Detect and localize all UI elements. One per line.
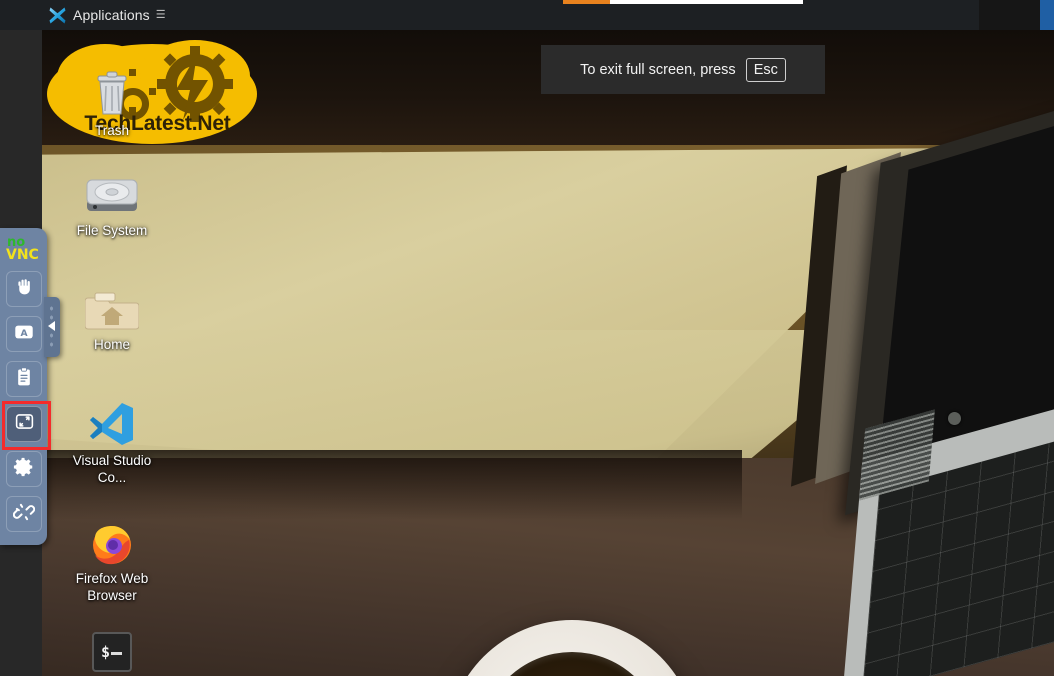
clipboard-button[interactable] <box>6 361 42 397</box>
keyboard-icon: A <box>13 321 35 348</box>
svg-text:$: $ <box>101 643 110 661</box>
xfce-mouse-logo-icon <box>48 6 67 25</box>
desktop-icon-label: Visual Studio Co... <box>72 453 152 485</box>
novnc-logo-vnc: VNC <box>6 247 39 262</box>
novnc-remote-desktop-screen: TechLatest.Net Trash File System Home Vi… <box>0 0 1054 676</box>
svg-text:A: A <box>20 328 28 339</box>
gear-icon <box>13 456 35 483</box>
handle-collapse-arrow-icon <box>48 321 55 331</box>
wallpaper-laptop <box>742 64 1054 676</box>
desktop-icon-file-system[interactable]: File System <box>64 170 160 239</box>
vscode-icon <box>64 400 160 448</box>
fullscreen-button-highlight <box>2 401 51 450</box>
trash-icon <box>64 70 160 118</box>
applications-menu-label: Applications <box>73 6 150 23</box>
novnc-logo: no VNC <box>6 234 42 263</box>
panel-right-accent <box>1040 0 1054 30</box>
desktop-icon-label: Firefox Web Browser <box>75 571 149 603</box>
desktop-area[interactable]: TechLatest.Net Trash File System Home Vi… <box>42 30 1054 676</box>
desktop-icon-firefox[interactable]: Firefox Web Browser <box>64 518 160 604</box>
clipboard-icon <box>14 366 34 393</box>
top-progress-fill <box>563 0 610 4</box>
home-folder-icon <box>64 284 160 332</box>
fullscreen-notification: To exit full screen, press Esc <box>541 45 825 94</box>
hand-icon <box>14 276 35 302</box>
drag-pan-button[interactable] <box>6 271 42 307</box>
broken-link-icon <box>12 501 36 528</box>
desktop-icon-label: Trash <box>94 123 129 138</box>
desktop-icon-label: File System <box>76 223 148 238</box>
harddisk-icon <box>64 170 160 218</box>
novnc-control-bar-handle[interactable] <box>44 297 60 357</box>
keyboard-button[interactable]: A <box>6 316 42 352</box>
desktop-icon-trash[interactable]: Trash <box>64 70 160 139</box>
xfce-panel: Applications ☰ <box>0 0 1054 30</box>
desktop-icon-home[interactable]: Home <box>64 284 160 353</box>
desktop-icon-label: Home <box>93 337 130 352</box>
applications-menu-glyph: ☰ <box>155 8 167 21</box>
settings-button[interactable] <box>6 451 42 487</box>
desktop-wallpaper <box>42 30 1054 676</box>
terminal-icon: $ <box>64 626 160 674</box>
desktop-icon-terminal[interactable]: $ <box>64 626 160 676</box>
panel-right-dark-area <box>979 0 1040 30</box>
desktop-icon-vscode[interactable]: Visual Studio Co... <box>64 400 160 486</box>
top-progress-bar <box>563 0 803 4</box>
fullscreen-notification-text: To exit full screen, press <box>580 61 736 78</box>
applications-menu-button[interactable]: Applications ☰ <box>44 3 171 27</box>
firefox-icon <box>64 518 160 566</box>
esc-key-badge: Esc <box>745 57 786 82</box>
disconnect-button[interactable] <box>6 496 42 532</box>
